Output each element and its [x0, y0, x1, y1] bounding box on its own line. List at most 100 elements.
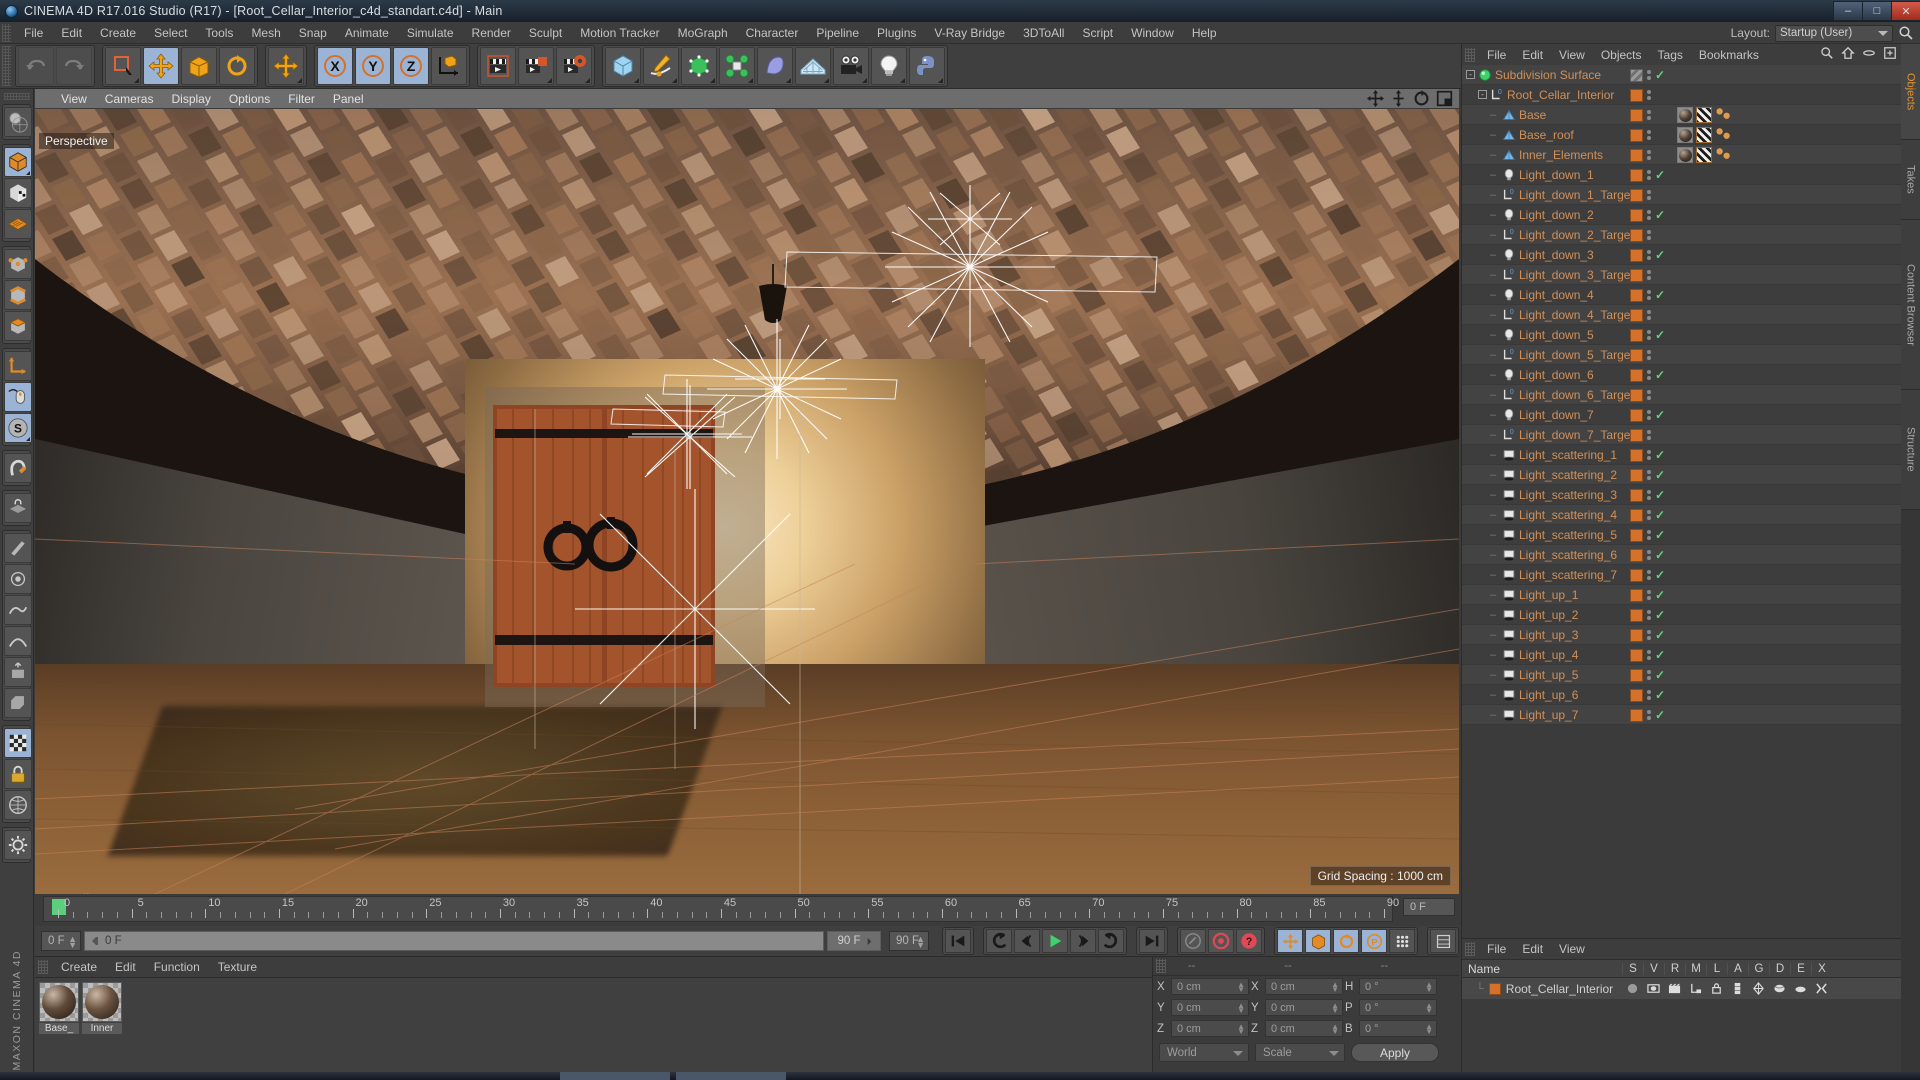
object-tree[interactable]: - Subdivision Surface ✓ -0 Root_Cellar_Inter… [1462, 65, 1902, 938]
enabled-check-icon[interactable]: ✓ [1655, 508, 1665, 522]
model-mode-button[interactable] [4, 147, 32, 177]
object-color-swatch[interactable] [1630, 608, 1643, 622]
layer-flag-v-icon[interactable] [1643, 982, 1664, 995]
play-button[interactable] [1042, 929, 1068, 953]
visibility-dots-icon[interactable] [1647, 290, 1651, 300]
object-color-swatch[interactable] [1630, 248, 1643, 262]
layer-menu-item-file[interactable]: File [1479, 941, 1514, 957]
object-color-swatch[interactable] [1630, 268, 1643, 282]
object-row[interactable]: – 0 Light_down_3_Target [1462, 265, 1902, 285]
enabled-check-icon[interactable]: ✓ [1655, 208, 1665, 222]
object-row[interactable]: – Light_down_5 ✓ [1462, 325, 1902, 345]
material-menu-item-create[interactable]: Create [52, 959, 106, 975]
spinner-arrows-icon[interactable]: ▲ ▼ [1237, 1023, 1245, 1036]
layer-menu-item-edit[interactable]: Edit [1514, 941, 1551, 957]
add-mograph-button[interactable] [719, 47, 755, 85]
go-to-end-button[interactable] [1139, 929, 1165, 953]
layer-flag-l-icon[interactable] [1706, 982, 1727, 995]
coordinate-grip-handle[interactable] [1156, 959, 1166, 973]
object-color-swatch[interactable] [1630, 208, 1643, 222]
layer-header-x[interactable]: X [1811, 962, 1832, 975]
visibility-dots-icon[interactable] [1647, 550, 1651, 560]
material-grip-handle[interactable] [38, 960, 48, 974]
object-row[interactable]: – Light_scattering_2 ✓ [1462, 465, 1902, 485]
enabled-check-icon[interactable]: ✓ [1655, 608, 1665, 622]
python-script-button[interactable] [909, 47, 945, 85]
visibility-dots-icon[interactable] [1647, 150, 1651, 160]
coordinate-field-size[interactable]: 0 cm ▲ ▼ [1265, 978, 1343, 995]
add-spline-button[interactable] [643, 47, 679, 85]
coordinate-mode-dropdown[interactable]: Scale [1255, 1043, 1345, 1062]
spinner-arrows-icon[interactable]: ▲ ▼ [1237, 1002, 1245, 1015]
object-row[interactable]: – Light_up_3 ✓ [1462, 625, 1902, 645]
layer-header-l[interactable]: L [1706, 962, 1727, 975]
enabled-check-icon[interactable]: ✓ [1655, 168, 1665, 182]
coordinate-field-size[interactable]: 0 cm ▲ ▼ [1265, 1020, 1343, 1037]
workplane-mode-button[interactable] [4, 209, 32, 239]
object-row[interactable]: – Light_down_3 ✓ [1462, 245, 1902, 265]
object-menu-item-view[interactable]: View [1551, 47, 1593, 63]
material-tag-icon[interactable] [1677, 127, 1693, 143]
object-color-swatch[interactable] [1630, 288, 1643, 302]
edge-tab-structure[interactable]: Structure [1901, 390, 1920, 510]
visibility-dots-icon[interactable] [1647, 610, 1651, 620]
magnet-tool-button[interactable] [4, 453, 32, 483]
object-color-swatch[interactable] [1630, 228, 1643, 242]
minimize-button[interactable]: – [1833, 1, 1862, 21]
object-row[interactable]: - Subdivision Surface ✓ [1462, 65, 1902, 85]
lock-y-axis-button[interactable]: Y [355, 47, 391, 85]
menu-item-mesh[interactable]: Mesh [242, 24, 289, 42]
enabled-check-icon[interactable]: ✓ [1655, 408, 1665, 422]
visibility-dots-icon[interactable] [1647, 190, 1651, 200]
object-color-swatch[interactable] [1630, 548, 1643, 562]
slider-right-arrow-icon[interactable] [864, 936, 875, 947]
left-toolbar-grip[interactable] [3, 93, 30, 100]
add-nurbs-button[interactable] [681, 47, 717, 85]
enabled-check-icon[interactable]: ✓ [1655, 68, 1665, 82]
menu-item-animate[interactable]: Animate [336, 24, 398, 42]
menu-item-window[interactable]: Window [1122, 24, 1183, 42]
layer-header-r[interactable]: R [1664, 962, 1685, 975]
edge-tab-objects[interactable]: Objects [1901, 44, 1920, 140]
object-color-swatch[interactable] [1630, 468, 1643, 482]
visibility-dots-icon[interactable] [1647, 250, 1651, 260]
object-color-swatch[interactable] [1630, 148, 1643, 162]
coordinate-field-position[interactable]: 0 cm ▲ ▼ [1171, 1020, 1249, 1037]
uv-checker-button[interactable] [4, 728, 32, 758]
object-color-swatch[interactable] [1630, 128, 1643, 142]
animation-mode-button[interactable] [1430, 929, 1456, 953]
key-scale-button[interactable] [1305, 929, 1331, 953]
search-icon[interactable] [1898, 25, 1914, 41]
object-row[interactable]: – 0 Light_down_2_Target [1462, 225, 1902, 245]
menu-item-select[interactable]: Select [145, 24, 196, 42]
zoom-view-icon[interactable] [1390, 90, 1407, 107]
ellipse-icon[interactable] [1862, 46, 1876, 60]
layer-flag-x-icon[interactable] [1811, 982, 1832, 995]
menu-item-sculpt[interactable]: Sculpt [520, 24, 571, 42]
selection-tag-icon[interactable] [1715, 147, 1733, 163]
object-row[interactable]: – 0 Light_down_4_Target [1462, 305, 1902, 325]
object-row[interactable]: – 0 Light_down_6_Target [1462, 385, 1902, 405]
lock-x-axis-button[interactable]: X [317, 47, 353, 85]
smooth-tool-button[interactable] [4, 626, 32, 656]
layer-flag-a-icon[interactable] [1727, 982, 1748, 995]
material-item[interactable]: Base_ [39, 982, 79, 1077]
end-frame-spinner[interactable]: 90 F ▲ ▼ [889, 931, 929, 951]
object-row[interactable]: – Light_scattering_7 ✓ [1462, 565, 1902, 585]
object-color-swatch[interactable] [1630, 648, 1643, 662]
object-menu-item-file[interactable]: File [1479, 47, 1514, 63]
move-duplicate-button[interactable] [268, 47, 304, 85]
menu-item-snap[interactable]: Snap [290, 24, 336, 42]
add-environment-button[interactable] [795, 47, 831, 85]
object-color-swatch[interactable] [1630, 448, 1643, 462]
visibility-dots-icon[interactable] [1647, 230, 1651, 240]
visibility-dots-icon[interactable] [1647, 630, 1651, 640]
visibility-dots-icon[interactable] [1647, 210, 1651, 220]
spinner-arrows-icon[interactable]: ▲ ▼ [1331, 1023, 1339, 1036]
object-color-swatch[interactable] [1630, 528, 1643, 542]
enabled-check-icon[interactable]: ✓ [1655, 528, 1665, 542]
object-row[interactable]: – Light_down_2 ✓ [1462, 205, 1902, 225]
object-menu-item-edit[interactable]: Edit [1514, 47, 1551, 63]
object-row[interactable]: – Light_up_1 ✓ [1462, 585, 1902, 605]
viewport-solo-button[interactable] [4, 382, 32, 412]
